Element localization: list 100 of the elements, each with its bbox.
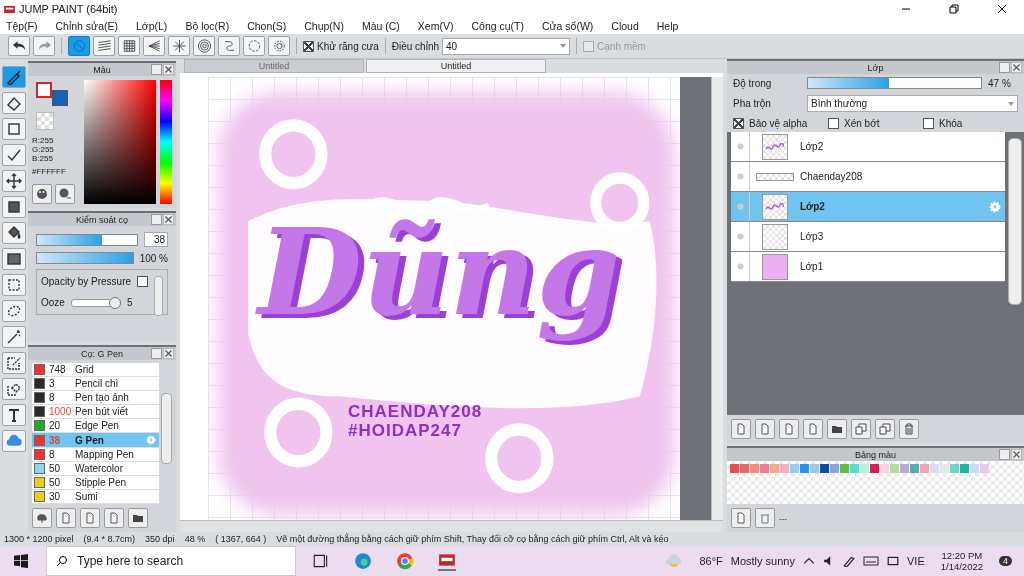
brush-item[interactable]: 748 Grid [32, 363, 159, 378]
visibility-dot-icon[interactable] [736, 203, 744, 210]
delete-layer-button[interactable] [899, 419, 919, 439]
color-swatch[interactable] [770, 464, 779, 473]
color-swatch[interactable] [930, 464, 939, 473]
layer-opacity-slider[interactable] [807, 77, 982, 89]
language-indicator[interactable]: VIE [907, 555, 925, 567]
ruler-button[interactable] [118, 36, 140, 56]
layer-item[interactable]: Chaenday208 [731, 162, 1005, 192]
tool-button[interactable] [2, 352, 26, 374]
duplicate-layer-button[interactable] [851, 419, 871, 439]
color-swatch[interactable] [960, 464, 969, 473]
menu-item[interactable]: Màu (C) [361, 20, 400, 32]
color-swatch[interactable] [740, 464, 749, 473]
gear-icon[interactable] [146, 435, 156, 445]
adjust-dropdown[interactable]: 40 [442, 37, 571, 55]
merge-layer-button[interactable] [875, 419, 895, 439]
gear-icon[interactable] [989, 200, 1001, 213]
tool-button[interactable] [2, 326, 26, 348]
brush-item[interactable]: 30 Sumi [32, 489, 159, 504]
new-layer-8bit-button[interactable] [755, 419, 775, 439]
color-swatch[interactable] [920, 464, 929, 473]
start-icon[interactable] [14, 554, 28, 568]
close-icon[interactable] [1011, 449, 1022, 460]
display-icon[interactable] [887, 555, 899, 567]
menu-item[interactable]: Xem(V) [417, 20, 454, 32]
task-view-icon[interactable] [312, 552, 330, 570]
close-icon[interactable] [163, 214, 174, 225]
menu-item[interactable]: Bộ lọc(R) [185, 20, 230, 32]
hue-spectrum[interactable] [160, 80, 172, 204]
palette-button[interactable] [32, 184, 52, 204]
color-swatch[interactable] [730, 464, 739, 473]
color-swatch[interactable] [840, 464, 849, 473]
color-swatch[interactable] [800, 464, 809, 473]
tool-button[interactable] [2, 170, 26, 192]
ruler-button[interactable] [168, 36, 190, 56]
app-logo-icon[interactable] [438, 551, 456, 571]
tool-button[interactable] [2, 300, 26, 322]
brush-item[interactable]: 50 Watercolor [32, 461, 159, 476]
pen-icon[interactable] [843, 555, 855, 567]
ruler-button[interactable] [218, 36, 240, 56]
tool-button[interactable] [2, 66, 26, 88]
brush-size-field[interactable]: 38 [144, 232, 168, 247]
opacity-slider[interactable] [36, 252, 134, 264]
color-swatch[interactable] [870, 464, 879, 473]
color-swatch[interactable] [810, 464, 819, 473]
menu-item[interactable]: Chọn(S) [247, 20, 287, 32]
brush-item[interactable]: 8 Pen tạo ảnh [32, 391, 159, 406]
tool-button[interactable] [2, 248, 26, 270]
color-swatch[interactable] [790, 464, 799, 473]
color-swatch[interactable] [900, 464, 909, 473]
color-swatch[interactable] [910, 464, 919, 473]
new-brush-button[interactable] [56, 508, 76, 528]
color-swatch[interactable] [970, 464, 979, 473]
blend-mode-dropdown[interactable]: Bình thường [807, 95, 1018, 112]
brush-item[interactable]: 3 Pencil chì [32, 377, 159, 392]
document-tab[interactable]: Untitled [184, 59, 364, 73]
folder-button[interactable] [128, 508, 148, 528]
menu-item[interactable]: Chỉnh sửa(E) [55, 20, 118, 32]
tool-button[interactable] [2, 196, 26, 218]
tool-button[interactable] [2, 378, 26, 400]
browser-icon[interactable] [354, 552, 372, 570]
layer-item[interactable]: Lớp2 [731, 192, 1005, 222]
brush-item[interactable]: 8 Mapping Pen [32, 447, 159, 462]
notification-badge[interactable]: 4 [999, 556, 1012, 566]
restore-icon[interactable] [949, 4, 959, 14]
tool-button[interactable] [2, 92, 26, 114]
ruler-button[interactable] [143, 36, 165, 56]
color-swatch[interactable] [830, 464, 839, 473]
color-swatch[interactable] [860, 464, 869, 473]
keyboard-icon[interactable] [863, 555, 879, 567]
background-color-swatch[interactable] [52, 90, 68, 106]
color-swatch[interactable] [880, 464, 889, 473]
color-swatch[interactable] [780, 464, 789, 473]
visibility-dot-icon[interactable] [736, 233, 744, 240]
layer-option-checkbox[interactable] [923, 118, 934, 129]
color-swatch[interactable] [850, 464, 859, 473]
visibility-dot-icon[interactable] [736, 263, 744, 270]
visibility-dot-icon[interactable] [736, 173, 744, 180]
color-swatch[interactable] [760, 464, 769, 473]
menu-item[interactable]: Cloud [611, 20, 639, 32]
color-swatch[interactable] [980, 464, 989, 473]
menu-item[interactable]: Tệp(F) [6, 20, 38, 32]
delete-swatch-button[interactable] [755, 508, 775, 528]
menu-item[interactable]: Cửa sổ(W) [541, 20, 594, 32]
layer-option-checkbox[interactable] [733, 118, 744, 129]
undo-button[interactable] [8, 36, 30, 56]
close-icon[interactable] [997, 4, 1007, 14]
tool-button[interactable] [2, 274, 26, 296]
new-layer-1bit-button[interactable] [779, 419, 799, 439]
layer-item[interactable]: Lớp1 [731, 252, 1005, 282]
transparent-swatch[interactable] [36, 112, 54, 130]
layer-item[interactable]: Lớp3 [731, 222, 1005, 252]
menu-item[interactable]: Công cụ(T) [471, 20, 524, 32]
taskbar-search-field[interactable]: Type here to search [46, 546, 296, 576]
ruler-button[interactable] [93, 36, 115, 56]
chevron-up-icon[interactable] [803, 555, 815, 567]
brush-size-slider[interactable] [36, 233, 138, 246]
close-icon[interactable] [1011, 62, 1022, 73]
antialias-checkbox[interactable] [303, 40, 314, 52]
